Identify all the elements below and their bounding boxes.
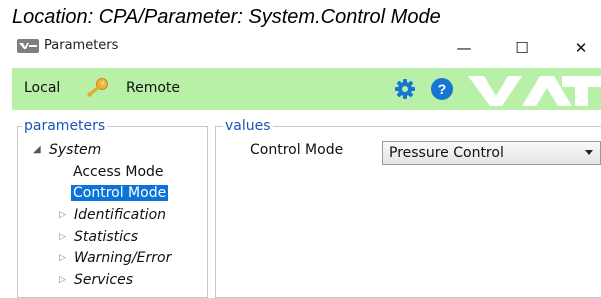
tree-item-control-mode[interactable]: Control Mode — [71, 184, 169, 202]
collapsed-arrow-icon[interactable]: ▷ — [59, 228, 66, 246]
tree-item-identification[interactable]: Identification — [74, 206, 166, 224]
maximize-button[interactable]: ☐ — [499, 34, 545, 62]
tree-item-system[interactable]: System — [49, 141, 101, 159]
document-caption: Location: CPA/Parameter: System.Control … — [12, 6, 441, 28]
close-button[interactable]: ✕ — [558, 34, 601, 62]
gear-icon[interactable] — [394, 78, 416, 100]
collapsed-arrow-icon[interactable]: ▷ — [59, 249, 66, 267]
collapsed-arrow-icon[interactable]: ▷ — [59, 206, 66, 224]
remote-button[interactable]: Remote — [126, 80, 180, 96]
values-panel-title: values — [223, 118, 273, 134]
chevron-down-icon — [585, 150, 593, 155]
minimize-button[interactable]: — — [441, 34, 487, 62]
tree-item-label: Control Mode — [71, 185, 169, 201]
local-button[interactable]: Local — [24, 80, 60, 96]
collapsed-arrow-icon[interactable]: ▷ — [59, 271, 66, 289]
key-icon[interactable] — [84, 77, 110, 101]
window-title-bar: Parameters — ☐ ✕ — [0, 34, 601, 62]
parameters-panel-title: parameters — [22, 118, 108, 134]
control-mode-label: Control Mode — [250, 142, 344, 158]
control-mode-value: Pressure Control — [389, 145, 504, 161]
expanded-arrow-icon[interactable]: ◢ — [33, 141, 41, 159]
tree-item-warning-error[interactable]: Warning/Error — [74, 249, 171, 267]
control-mode-select[interactable]: Pressure Control — [382, 141, 601, 165]
tree-item-services[interactable]: Services — [74, 271, 133, 289]
tree-item-statistics[interactable]: Statistics — [74, 228, 138, 246]
help-icon[interactable]: ? — [431, 78, 453, 100]
vat-logo — [464, 68, 601, 110]
toolbar: Local Remote ? — [12, 68, 601, 110]
tree-item-access-mode[interactable]: Access Mode — [73, 163, 164, 181]
window-title: Parameters — [44, 38, 119, 53]
app-logo-icon — [17, 39, 39, 53]
